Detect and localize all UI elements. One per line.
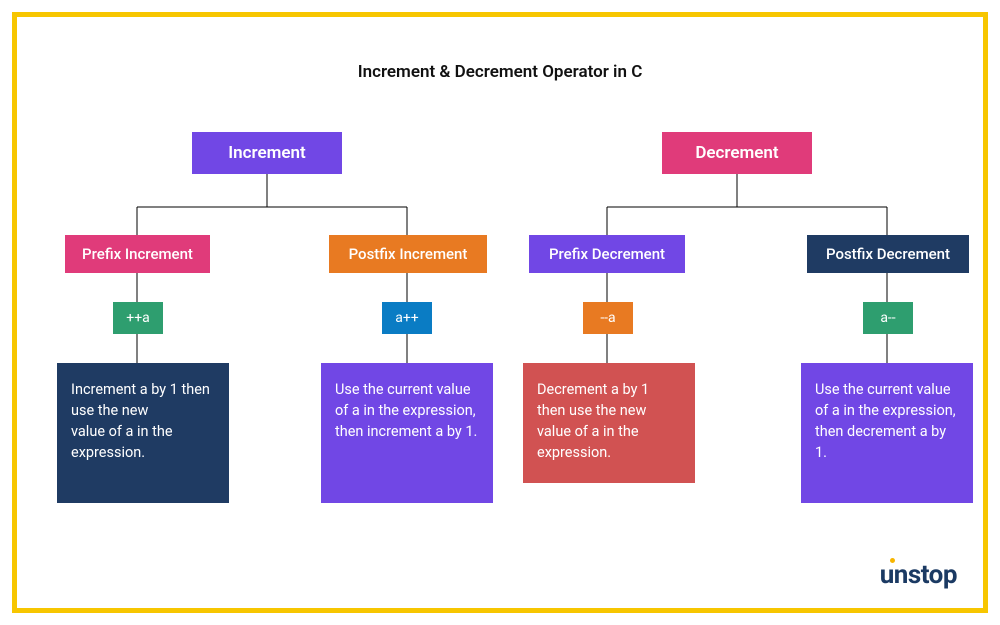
prefix-decrement-desc: Decrement a by 1 then use the new value … [523,363,695,483]
brand-logo-dot [890,558,895,563]
prefix-decrement-label: Prefix Decrement [529,235,685,273]
postfix-increment-desc: Use the current value of a in the expres… [321,363,493,503]
root-decrement: Decrement [662,132,812,174]
postfix-decrement-chip: a-- [863,302,913,334]
brand-logo-u: u [880,560,894,590]
postfix-decrement-desc: Use the current value of a in the expres… [801,363,973,503]
prefix-decrement-chip: --a [583,302,633,334]
brand-logo: unstop [880,560,957,590]
postfix-increment-chip: a++ [382,302,432,334]
root-increment: Increment [192,132,342,174]
diagram-frame: Increment & Decrement Operator in C Incr… [12,12,988,613]
diagram-title: Increment & Decrement Operator in C [17,62,983,82]
postfix-decrement-label: Postfix Decrement [807,235,969,273]
brand-logo-rest: nstop [894,560,957,590]
postfix-increment-label: Postfix Increment [329,235,487,273]
prefix-increment-label: Prefix Increment [65,235,210,273]
prefix-increment-chip: ++a [113,302,163,334]
prefix-increment-desc: Increment a by 1 then use the new value … [57,363,229,503]
